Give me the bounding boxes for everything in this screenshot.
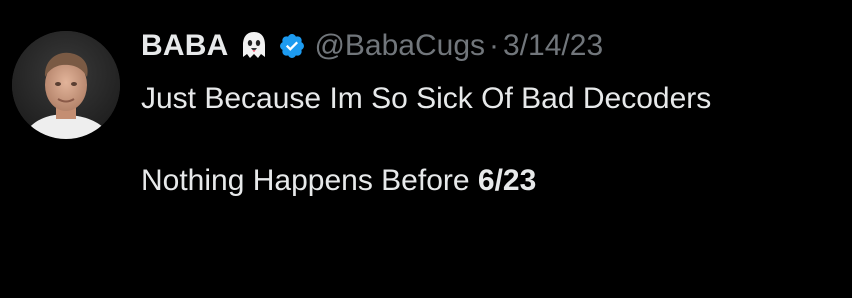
tweet-text-line-2: Nothing Happens Before 6/23 <box>141 160 711 201</box>
verified-badge-icon[interactable] <box>278 32 306 60</box>
avatar[interactable] <box>12 31 120 139</box>
user-handle[interactable]: @BabaCugs <box>314 29 485 63</box>
tweet-header: BABA @BabaCugs · 3/14/23 <box>141 24 603 68</box>
tweet-text-line-2-date: 6/23 <box>477 164 537 197</box>
separator-dot: · <box>489 29 500 62</box>
display-name[interactable]: BABA <box>141 29 228 63</box>
avatar-image <box>12 31 120 139</box>
tweet-date[interactable]: 3/14/23 <box>503 29 603 63</box>
tweet-text: Just Because Im So Sick Of Bad Decoders … <box>141 78 711 201</box>
tweet-text-line-2-prefix: Nothing Happens Before <box>141 164 478 197</box>
tweet-text-line-1: Just Because Im So Sick Of Bad Decoders <box>141 82 712 115</box>
tweet-card: BABA @BabaCugs · 3/14/23 Just Because Im… <box>0 0 852 298</box>
ghost-emoji-icon <box>238 30 270 62</box>
